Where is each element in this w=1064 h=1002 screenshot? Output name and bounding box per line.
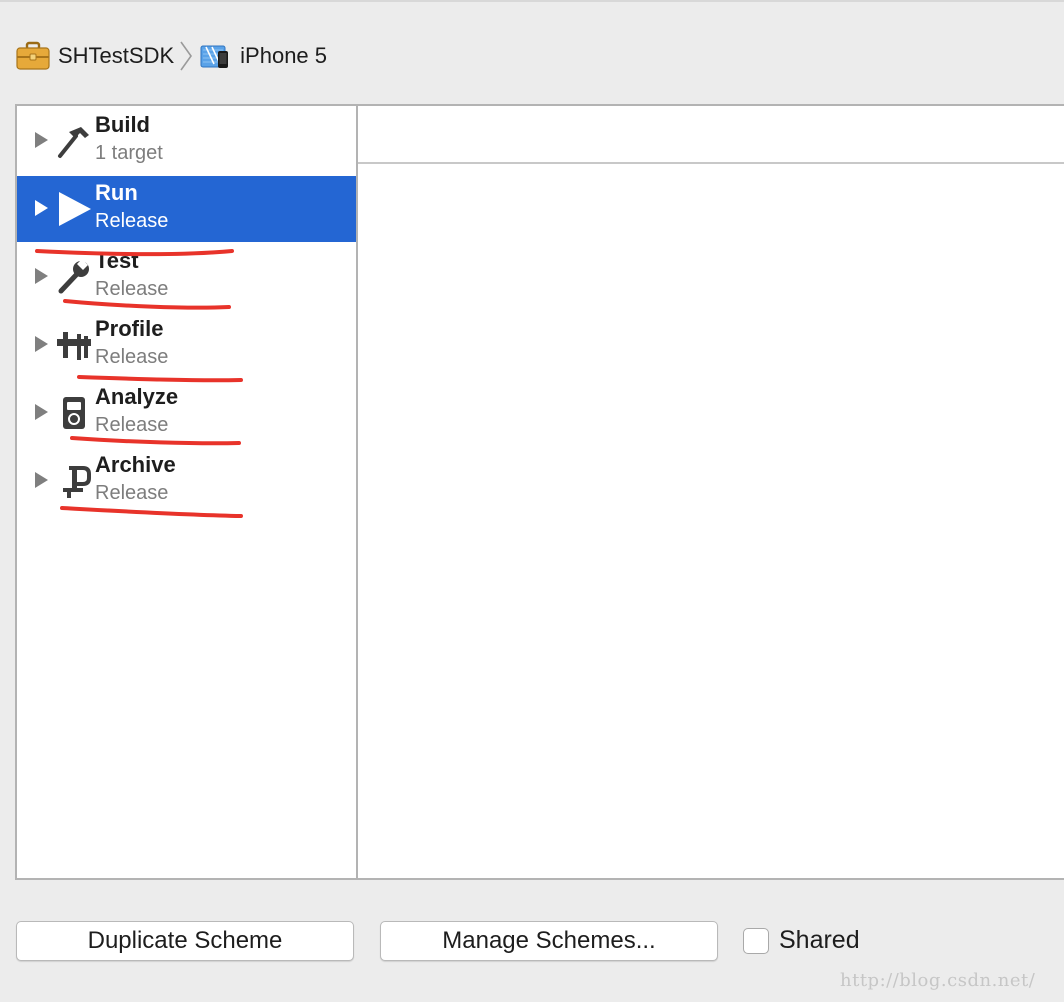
sidebar-item-archive[interactable]: Archive Release xyxy=(17,448,356,514)
breadcrumb-chevron-icon xyxy=(180,41,193,71)
item-title: Profile xyxy=(95,316,164,341)
shared-checkbox-row[interactable]: Shared xyxy=(743,926,860,955)
iphone-device-icon xyxy=(200,42,230,70)
manage-schemes-button[interactable]: Manage Schemes... xyxy=(380,921,718,961)
window-top-edge xyxy=(0,0,1064,2)
sidebar-item-analyze[interactable]: Analyze Release xyxy=(17,380,356,446)
play-icon xyxy=(59,192,91,226)
action-sidebar: Build 1 target Run Release Test Release xyxy=(17,106,358,878)
item-title: Test xyxy=(95,248,139,273)
hammer-icon xyxy=(58,127,89,158)
multimeter-icon xyxy=(63,397,85,429)
item-title: Run xyxy=(95,180,138,205)
detail-tab-bar xyxy=(358,106,1064,164)
item-subtitle: Release xyxy=(95,482,169,504)
toolbox-icon xyxy=(16,41,50,71)
caliper-icon xyxy=(57,332,91,360)
scheme-name: SHTestSDK xyxy=(58,43,175,68)
scheme-editor-panel: Build 1 target Run Release Test Release xyxy=(15,104,1064,880)
item-subtitle: 1 target xyxy=(95,142,163,164)
sidebar-item-profile[interactable]: Profile Release xyxy=(17,312,356,378)
clamp-icon xyxy=(63,466,91,498)
destination-name: iPhone 5 xyxy=(240,43,328,68)
item-subtitle: Release xyxy=(95,278,169,300)
shared-checkbox[interactable] xyxy=(743,927,769,954)
item-title: Analyze xyxy=(95,384,179,409)
scheme-breadcrumb: SHTestSDK iPhone 5 xyxy=(16,38,327,74)
action-detail-pane xyxy=(358,106,1064,878)
item-subtitle: Release xyxy=(95,346,169,368)
sidebar-item-build[interactable]: Build 1 target xyxy=(17,108,356,174)
scheme-selector[interactable]: SHTestSDK xyxy=(16,41,174,71)
sidebar-item-run[interactable]: Run Release xyxy=(17,176,356,242)
disclosure-triangle-icon[interactable] xyxy=(35,404,48,420)
disclosure-triangle-icon[interactable] xyxy=(35,268,48,284)
destination-selector[interactable]: iPhone 5 xyxy=(200,42,327,70)
item-title: Archive xyxy=(95,452,176,477)
wrench-icon xyxy=(58,259,89,294)
item-subtitle: Release xyxy=(95,210,169,232)
disclosure-triangle-icon[interactable] xyxy=(35,200,48,216)
disclosure-triangle-icon[interactable] xyxy=(35,472,48,488)
sidebar-item-test[interactable]: Test Release xyxy=(17,244,356,310)
watermark: http://blog.csdn.net/ xyxy=(840,970,1036,991)
disclosure-triangle-icon[interactable] xyxy=(35,336,48,352)
item-title: Build xyxy=(95,112,150,137)
disclosure-triangle-icon[interactable] xyxy=(35,132,48,148)
duplicate-scheme-button[interactable]: Duplicate Scheme xyxy=(16,921,354,961)
item-subtitle: Release xyxy=(95,414,169,436)
shared-label: Shared xyxy=(779,926,860,954)
